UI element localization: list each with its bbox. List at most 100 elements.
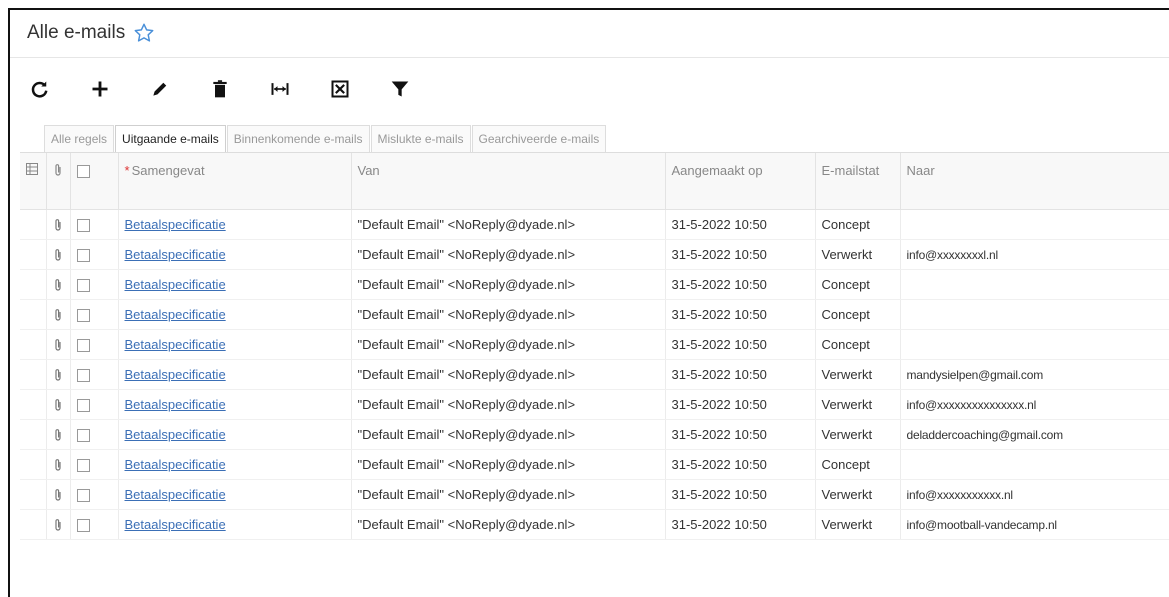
subject-link[interactable]: Betaalspecificatie xyxy=(125,367,226,382)
plus-icon[interactable] xyxy=(88,77,112,101)
to-cell: info@mootball-vandecamp.nl xyxy=(900,509,1169,540)
attachment-cell xyxy=(46,299,71,330)
row-checkbox[interactable] xyxy=(76,488,90,502)
table-row[interactable]: Betaalspecificatie "Default Email" <NoRep… xyxy=(20,419,1169,450)
table-row[interactable]: Betaalspecificatie "Default Email" <NoRep… xyxy=(20,479,1169,510)
header-aangemaakt[interactable]: Aangemaakt op xyxy=(665,153,816,210)
table-row[interactable]: Betaalspecificatie "Default Email" <NoRep… xyxy=(20,209,1169,240)
header-status[interactable]: E-mailstat xyxy=(815,153,901,210)
status-cell: Verwerkt xyxy=(815,479,901,510)
refresh-icon[interactable] xyxy=(28,77,52,101)
tab-binnenkomende-emails[interactable]: Binnenkomende e-mails xyxy=(226,125,370,152)
row-checkbox[interactable] xyxy=(76,368,90,382)
row-select-cell[interactable] xyxy=(70,509,119,540)
row-checkbox[interactable] xyxy=(76,338,90,352)
row-checkbox[interactable] xyxy=(76,458,90,472)
subject-link[interactable]: Betaalspecificatie xyxy=(125,457,226,472)
header-van[interactable]: Van xyxy=(351,153,666,210)
row-spacer-cell xyxy=(20,479,47,510)
created-cell: 31-5-2022 10:50 xyxy=(665,509,816,540)
attachment-cell xyxy=(46,359,71,390)
created-cell: 31-5-2022 10:50 xyxy=(665,359,816,390)
row-checkbox[interactable] xyxy=(76,398,90,412)
pencil-icon[interactable] xyxy=(148,77,172,101)
row-select-cell[interactable] xyxy=(70,299,119,330)
row-select-cell[interactable] xyxy=(70,239,119,270)
subject-link[interactable]: Betaalspecificatie xyxy=(125,397,226,412)
row-select-cell[interactable] xyxy=(70,329,119,360)
paperclip-icon xyxy=(54,518,61,531)
row-checkbox[interactable] xyxy=(76,218,90,232)
row-checkbox[interactable] xyxy=(76,308,90,322)
table-row[interactable]: Betaalspecificatie "Default Email" <NoRep… xyxy=(20,299,1169,330)
column-chooser-cell[interactable] xyxy=(20,153,47,210)
table-row[interactable]: Betaalspecificatie "Default Email" <NoRep… xyxy=(20,389,1169,420)
row-select-cell[interactable] xyxy=(70,389,119,420)
created-cell: 31-5-2022 10:50 xyxy=(665,209,816,240)
subject-link[interactable]: Betaalspecificatie xyxy=(125,337,226,352)
paperclip-icon xyxy=(54,458,61,471)
from-cell: "Default Email" <NoReply@dyade.nl> xyxy=(351,419,666,450)
row-spacer-cell xyxy=(20,359,47,390)
filter-icon[interactable] xyxy=(388,77,412,101)
header-naar[interactable]: Naar xyxy=(900,153,1169,210)
table-row[interactable]: Betaalspecificatie "Default Email" <NoRep… xyxy=(20,269,1169,300)
select-all-checkbox[interactable] xyxy=(76,165,90,179)
clear-filter-icon[interactable] xyxy=(328,77,352,101)
table-row[interactable]: Betaalspecificatie "Default Email" <NoRep… xyxy=(20,509,1169,540)
attachment-cell xyxy=(46,209,71,240)
trash-icon[interactable] xyxy=(208,77,232,101)
row-checkbox[interactable] xyxy=(76,428,90,442)
subject-link[interactable]: Betaalspecificatie xyxy=(125,517,226,532)
subject-link[interactable]: Betaalspecificatie xyxy=(125,217,226,232)
table-row[interactable]: Betaalspecificatie "Default Email" <NoRep… xyxy=(20,329,1169,360)
paperclip-icon xyxy=(54,164,61,176)
paperclip-icon xyxy=(54,428,61,441)
to-cell xyxy=(900,209,1169,240)
tab-gearchiveerde-emails[interactable]: Gearchiveerde e-mails xyxy=(471,125,607,152)
status-cell: Verwerkt xyxy=(815,419,901,450)
tab-uitgaande-emails[interactable]: Uitgaande e-mails xyxy=(115,125,226,152)
subject-cell: Betaalspecificatie xyxy=(118,209,352,240)
row-select-cell[interactable] xyxy=(70,449,119,480)
subject-link[interactable]: Betaalspecificatie xyxy=(125,277,226,292)
subject-link[interactable]: Betaalspecificatie xyxy=(125,247,226,262)
subject-cell: Betaalspecificatie xyxy=(118,509,352,540)
subject-cell: Betaalspecificatie xyxy=(118,479,352,510)
table-row[interactable]: Betaalspecificatie "Default Email" <NoRep… xyxy=(20,359,1169,390)
attachment-cell xyxy=(46,389,71,420)
subject-link[interactable]: Betaalspecificatie xyxy=(125,487,226,502)
row-select-cell[interactable] xyxy=(70,479,119,510)
tab-alle-regels[interactable]: Alle regels xyxy=(44,125,115,152)
table-row[interactable]: Betaalspecificatie "Default Email" <NoRep… xyxy=(20,239,1169,270)
created-cell: 31-5-2022 10:50 xyxy=(665,239,816,270)
row-checkbox[interactable] xyxy=(76,248,90,262)
row-checkbox[interactable] xyxy=(76,518,90,532)
table-body: Betaalspecificatie "Default Email" <NoRep… xyxy=(20,209,1169,540)
subject-cell: Betaalspecificatie xyxy=(118,239,352,270)
select-all-cell[interactable] xyxy=(70,153,119,210)
recipient-text: info@xxxxxxxxxxxxxxx.nl xyxy=(906,397,1037,412)
status-cell: Concept xyxy=(815,269,901,300)
row-spacer-cell xyxy=(20,239,47,270)
attachment-cell xyxy=(46,269,71,300)
table-row[interactable]: Betaalspecificatie "Default Email" <NoRep… xyxy=(20,449,1169,480)
column-width-icon[interactable] xyxy=(268,77,292,101)
star-icon[interactable] xyxy=(133,22,155,44)
from-cell: "Default Email" <NoReply@dyade.nl> xyxy=(351,209,666,240)
column-chooser-icon[interactable] xyxy=(26,163,38,175)
row-select-cell[interactable] xyxy=(70,419,119,450)
row-select-cell[interactable] xyxy=(70,359,119,390)
subject-cell: Betaalspecificatie xyxy=(118,329,352,360)
row-checkbox[interactable] xyxy=(76,278,90,292)
subject-link[interactable]: Betaalspecificatie xyxy=(125,427,226,442)
row-spacer-cell xyxy=(20,449,47,480)
attachment-header-cell xyxy=(46,153,71,210)
row-select-cell[interactable] xyxy=(70,209,119,240)
header-samengevat-label: Samengevat xyxy=(131,163,205,178)
subject-link[interactable]: Betaalspecificatie xyxy=(125,307,226,322)
tab-mislukte-emails[interactable]: Mislukte e-mails xyxy=(370,125,471,152)
email-list-panel: Alle e-mails Alle regels Uitgaande e-mai… xyxy=(8,8,1169,597)
row-select-cell[interactable] xyxy=(70,269,119,300)
header-samengevat[interactable]: * Samengevat xyxy=(118,153,352,210)
